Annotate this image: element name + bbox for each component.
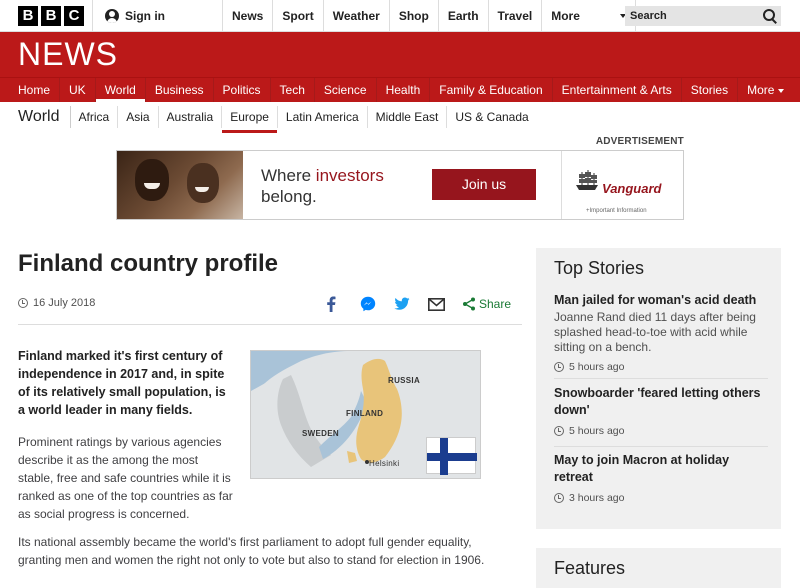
search-input[interactable] [630, 10, 750, 22]
section-nav-australia[interactable]: Australia [159, 106, 223, 128]
map-label-finland: FINLAND [346, 409, 384, 418]
news-nav-family-education[interactable]: Family & Education [429, 78, 551, 102]
twitter-share-button[interactable] [394, 294, 428, 314]
features-panel: Features [536, 548, 781, 588]
article-date: 16 July 2018 [18, 297, 95, 309]
news-nav-uk[interactable]: UK [59, 78, 95, 102]
global-nav: News Sport Weather Shop Earth Travel Mor… [222, 0, 637, 32]
section-nav-us-canada[interactable]: US & Canada [447, 106, 536, 128]
global-nav-sport[interactable]: Sport [272, 0, 322, 32]
list-item[interactable]: May to join Macron at holiday retreat 3 … [554, 452, 768, 504]
map-label-sweden: SWEDEN [302, 429, 339, 438]
article-paragraph: Prominent ratings by various agencies de… [18, 435, 233, 521]
global-nav-news[interactable]: News [222, 0, 272, 32]
email-share-button[interactable] [428, 294, 462, 314]
advert-join-button[interactable]: Join us [432, 169, 536, 200]
section-nav-europe[interactable]: Europe [222, 106, 278, 133]
section-nav-africa[interactable]: Africa [71, 106, 119, 128]
story-headline[interactable]: Snowboarder 'feared letting others down' [554, 385, 768, 419]
advert-fineprint[interactable]: +Important Information [586, 208, 647, 214]
divider [18, 324, 522, 325]
top-stories-title: Top Stories [554, 258, 645, 278]
news-nav-tech[interactable]: Tech [269, 78, 314, 102]
global-nav-weather[interactable]: Weather [322, 0, 389, 32]
finland-map: RUSSIA FINLAND SWEDEN Helsinki [250, 350, 481, 479]
logo-letter-b1: B [18, 6, 38, 26]
story-timestamp: 3 hours ago [554, 492, 768, 504]
advert-banner[interactable]: Where investors belong. Join us Vanguard… [116, 150, 684, 220]
section-nav-latin-america[interactable]: Latin America [278, 106, 368, 128]
article-paragraph: Its national assembly became the world's… [18, 535, 485, 567]
news-nav-more[interactable]: More [737, 78, 793, 102]
divider [554, 378, 768, 379]
advert-brand-name: Vanguard [602, 181, 662, 196]
story-headline[interactable]: May to join Macron at holiday retreat [554, 452, 768, 486]
ship-icon [576, 170, 598, 190]
news-nav-world[interactable]: World [94, 78, 145, 102]
list-item[interactable]: Man jailed for woman's acid death Joanne… [554, 292, 768, 373]
news-nav-home[interactable]: Home [9, 78, 59, 102]
signin-link[interactable]: Sign in [92, 0, 165, 32]
divider [554, 446, 768, 447]
news-nav: Home UK World Business Politics Tech Sci… [0, 77, 800, 102]
news-nav-health[interactable]: Health [375, 78, 430, 102]
masthead: B B C Sign in News Sport Weather Shop Ea… [0, 0, 800, 32]
global-nav-more[interactable]: More [541, 0, 637, 32]
advert-brand: Vanguard +Important Information [561, 151, 683, 219]
story-summary: Joanne Rand died 11 days after being spl… [554, 310, 756, 354]
map-label-helsinki: Helsinki [369, 459, 400, 468]
facebook-share-button[interactable] [326, 294, 360, 314]
global-nav-travel[interactable]: Travel [487, 0, 542, 32]
user-icon [105, 9, 119, 23]
clock-icon [554, 493, 564, 503]
logo-letter-b2: B [41, 6, 61, 26]
news-header: NEWS Home UK World Business Politics Tec… [0, 32, 800, 102]
features-title: Features [554, 558, 626, 578]
article-lead: Finland marked it's first century of ind… [18, 349, 226, 417]
section-title[interactable]: World [18, 106, 71, 128]
share-icon[interactable] [462, 297, 476, 311]
email-icon [428, 297, 445, 311]
news-nav-business[interactable]: Business [144, 78, 213, 102]
signin-label: Sign in [125, 9, 165, 23]
clock-icon [554, 362, 564, 372]
list-item[interactable]: Snowboarder 'feared letting others down'… [554, 385, 768, 437]
news-nav-politics[interactable]: Politics [212, 78, 270, 102]
news-nav-more-label: More [747, 83, 775, 97]
search-icon[interactable] [763, 9, 777, 23]
advert-label: ADVERTISEMENT [595, 136, 684, 147]
advert-headline: Where investors belong. [261, 166, 384, 206]
advert-photo [117, 151, 243, 219]
bbc-logo[interactable]: B B C [18, 6, 84, 26]
logo-letter-c: C [64, 6, 84, 26]
section-nav: World Africa Asia Australia Europe Latin… [0, 102, 800, 133]
story-headline[interactable]: Man jailed for woman's acid death [554, 292, 768, 309]
facebook-icon [327, 296, 336, 312]
section-nav-asia[interactable]: Asia [118, 106, 159, 128]
global-nav-more-label: More [551, 9, 580, 23]
top-stories-panel: Top Stories Man jailed for woman's acid … [536, 248, 781, 529]
article-date-text: 16 July 2018 [33, 297, 96, 309]
map-label-russia: RUSSIA [388, 376, 421, 385]
news-nav-stories[interactable]: Stories [680, 78, 737, 102]
clock-icon [18, 298, 28, 308]
story-timestamp: 5 hours ago [554, 361, 768, 373]
messenger-share-button[interactable] [360, 294, 394, 314]
global-nav-earth[interactable]: Earth [437, 0, 488, 32]
search-box [625, 6, 781, 26]
clock-icon [554, 426, 564, 436]
share-label[interactable]: Share [479, 297, 511, 311]
story-timestamp: 5 hours ago [554, 425, 768, 437]
news-title[interactable]: NEWS [18, 36, 118, 73]
global-nav-shop[interactable]: Shop [388, 0, 438, 32]
messenger-icon [360, 296, 376, 312]
news-nav-science[interactable]: Science [313, 78, 376, 102]
share-tools: Share [326, 294, 511, 314]
section-nav-middle-east[interactable]: Middle East [368, 106, 448, 128]
twitter-icon [394, 297, 410, 310]
finland-flag [426, 437, 477, 475]
news-nav-entertainment-arts[interactable]: Entertainment & Arts [551, 78, 681, 102]
chevron-down-icon [778, 88, 785, 93]
page-title: Finland country profile [18, 250, 279, 277]
